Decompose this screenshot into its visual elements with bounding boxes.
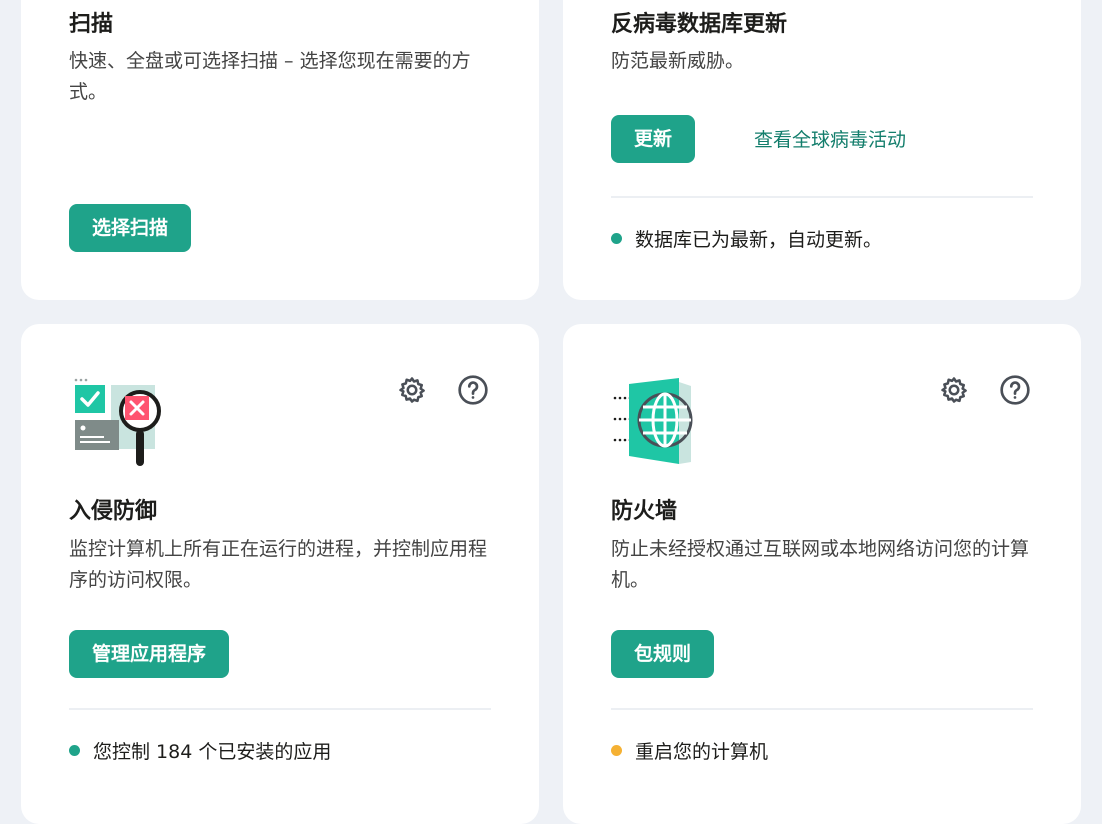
update-status: 数据库已为最新，自动更新。 (611, 225, 882, 252)
intrusion-illustration-icon (69, 374, 169, 474)
update-description: 防范最新威胁。 (611, 50, 745, 72)
status-ok-dot (611, 233, 622, 244)
manage-applications-button[interactable]: 管理应用程序 (69, 630, 230, 678)
firewall-illustration-icon (611, 374, 711, 474)
global-virus-activity-link[interactable]: 查看全球病毒活动 (754, 125, 906, 152)
intrusion-description: 监控计算机上所有正在运行的进程，并控制应用程序的访问权限。 (69, 538, 488, 591)
firewall-status-text: 重启您的计算机 (635, 741, 769, 763)
scan-description: 快速、全盘或可选择扫描 – 选择您现在需要的方式。 (69, 50, 471, 103)
packet-rules-button[interactable]: 包规则 (611, 630, 715, 678)
firewall-card: 防火墙 防止未经授权通过互联网或本地网络访问您的计算机。 包规则 重启您的计算机 (563, 324, 1081, 824)
scan-card: 扫描 快速、全盘或可选择扫描 – 选择您现在需要的方式。 选择扫描 (21, 0, 539, 300)
intrusion-prevention-card: 入侵防御 监控计算机上所有正在运行的进程，并控制应用程序的访问权限。 管理应用程… (21, 324, 539, 824)
firewall-help-icon[interactable] (998, 373, 1032, 407)
update-title: 反病毒数据库更新 (611, 12, 788, 37)
firewall-settings-icon[interactable] (937, 373, 971, 407)
status-ok-dot (69, 745, 80, 756)
intrusion-status-text: 您控制 184 个已安装的应用 (93, 741, 332, 763)
database-update-card: 反病毒数据库更新 防范最新威胁。 更新 查看全球病毒活动 数据库已为最新，自动更… (563, 0, 1081, 300)
update-divider (611, 196, 1033, 198)
firewall-description: 防止未经授权通过互联网或本地网络访问您的计算机。 (611, 538, 1030, 591)
firewall-divider (611, 708, 1033, 710)
intrusion-title: 入侵防御 (69, 499, 158, 524)
firewall-status: 重启您的计算机 (611, 737, 768, 764)
choose-scan-button[interactable]: 选择扫描 (69, 204, 192, 252)
intrusion-help-icon[interactable] (456, 373, 490, 407)
status-warning-dot (611, 745, 622, 756)
firewall-title: 防火墙 (611, 499, 678, 524)
update-status-text: 数据库已为最新，自动更新。 (635, 229, 883, 251)
scan-title: 扫描 (69, 12, 114, 37)
intrusion-status: 您控制 184 个已安装的应用 (69, 737, 331, 764)
update-button[interactable]: 更新 (611, 115, 696, 163)
intrusion-settings-icon[interactable] (395, 373, 429, 407)
intrusion-divider (69, 708, 491, 710)
